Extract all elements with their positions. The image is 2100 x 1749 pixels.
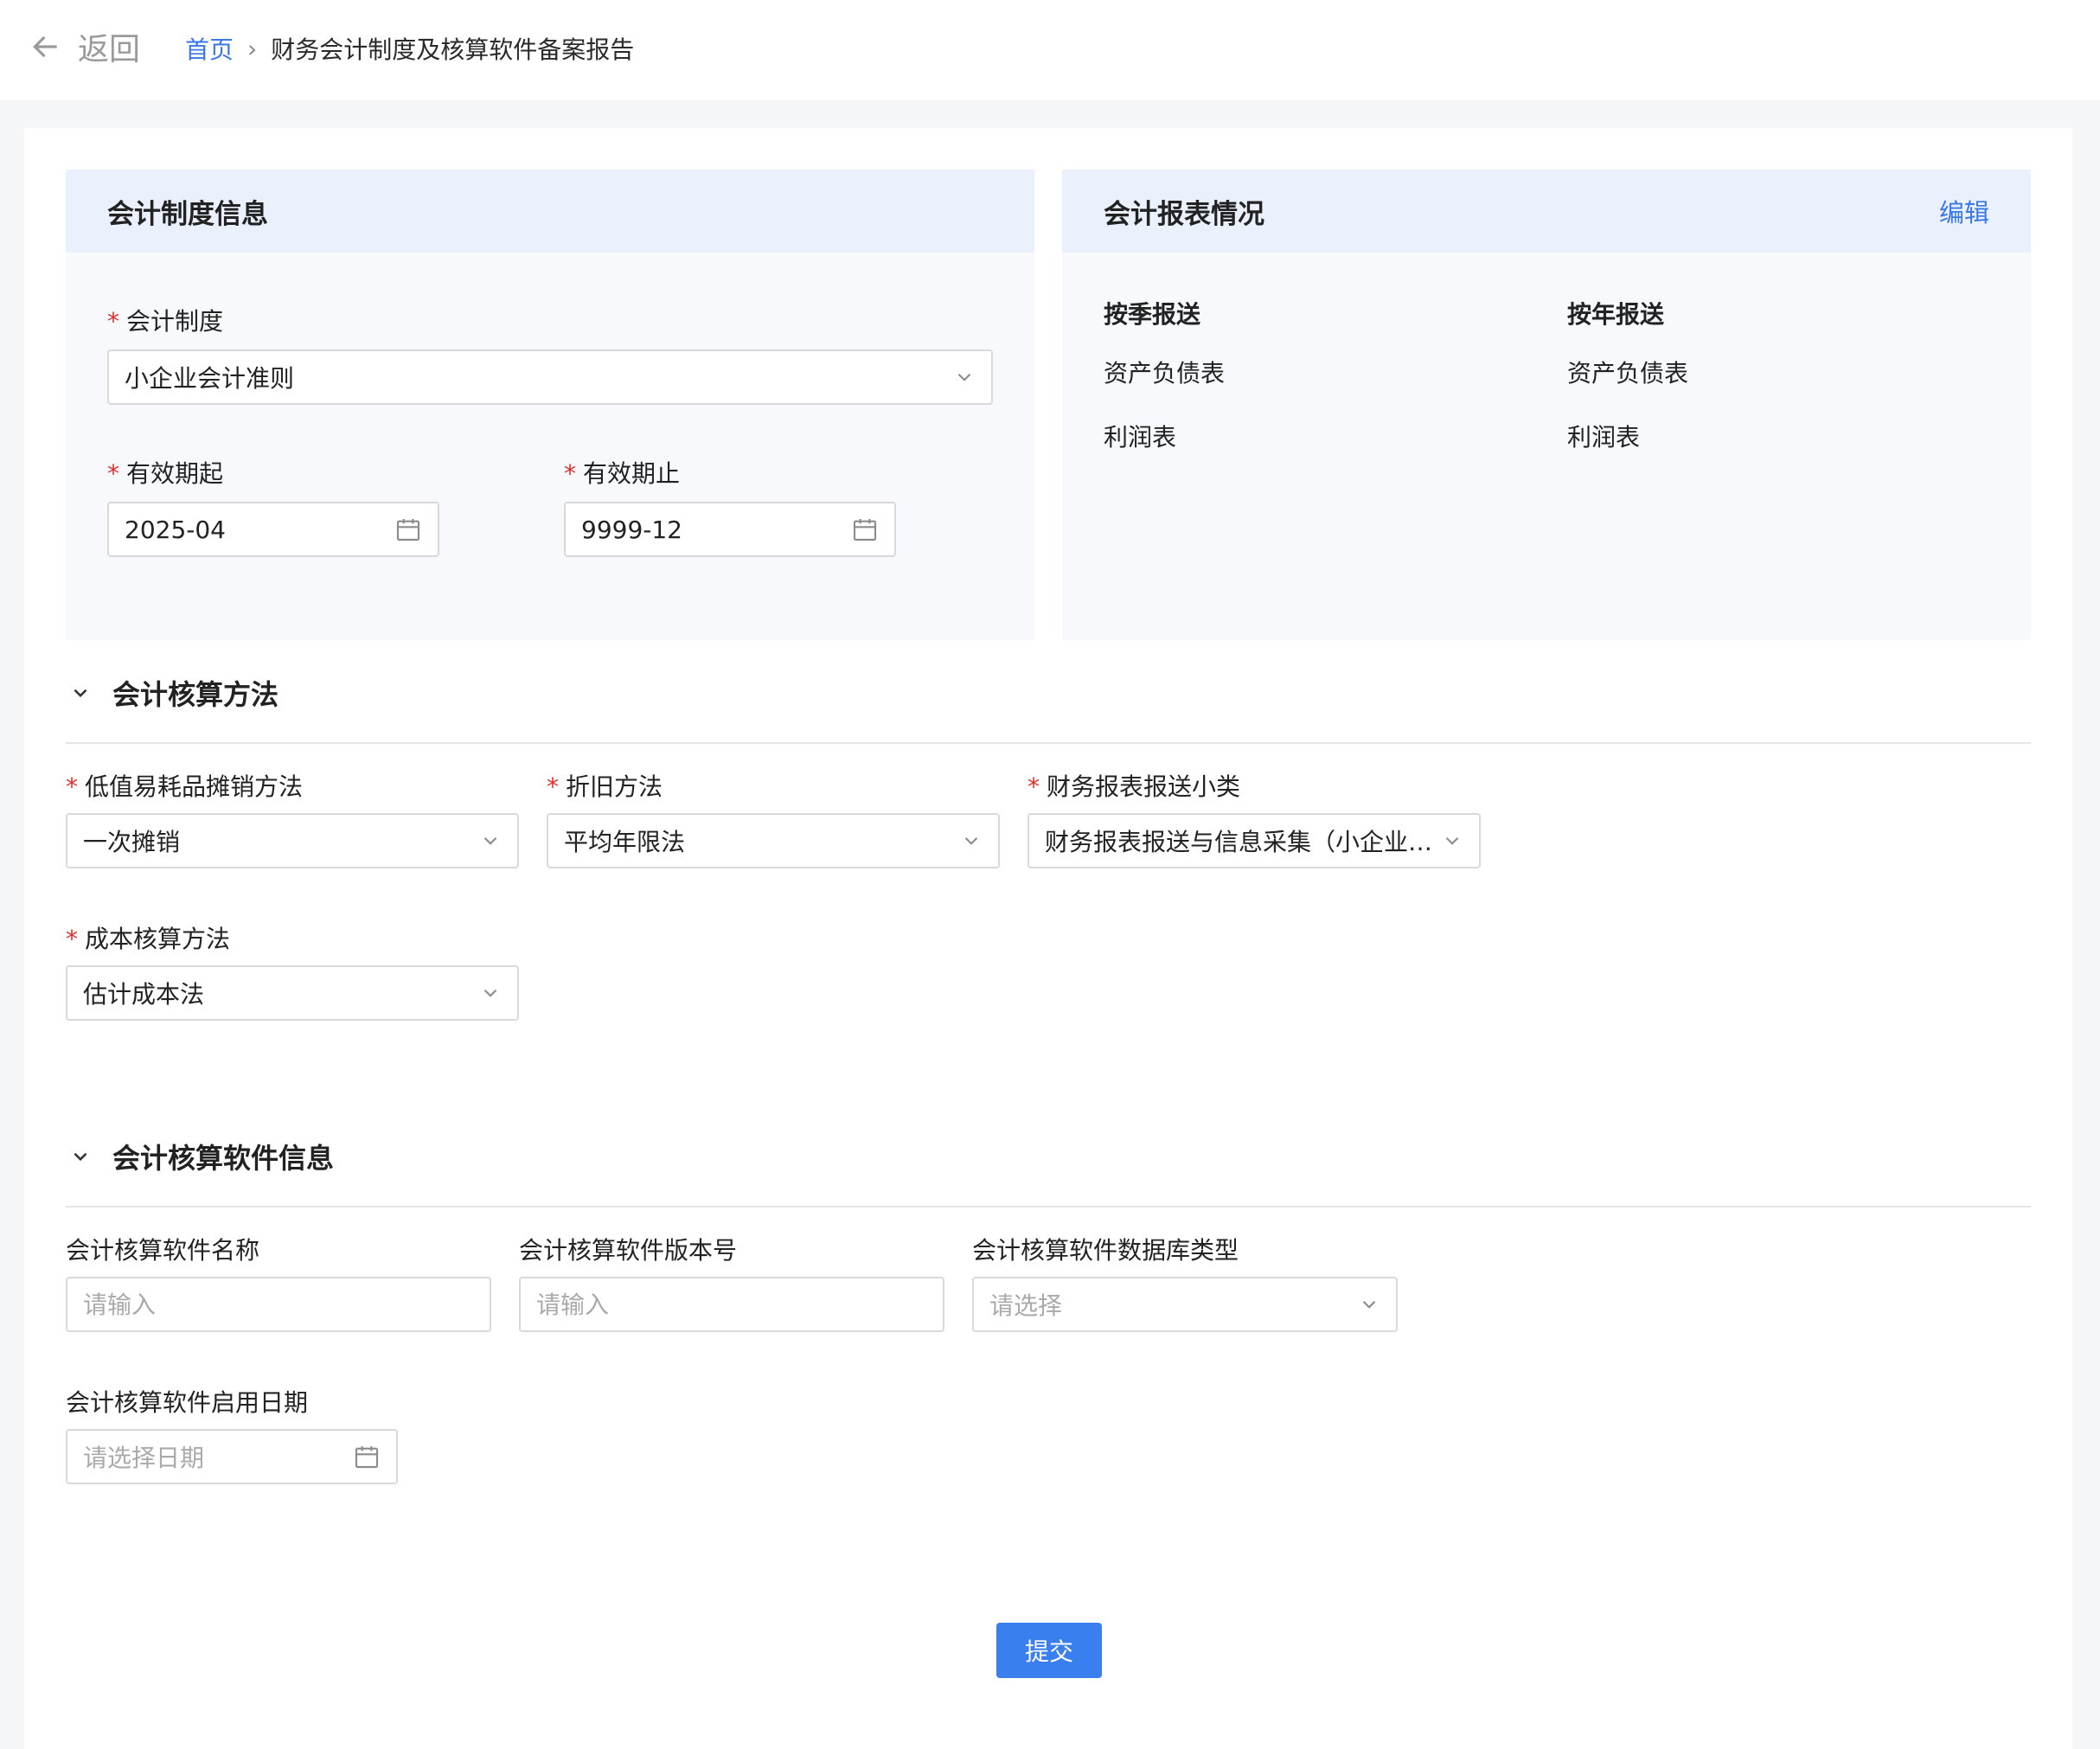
software-db-select[interactable]: 请选择 — [972, 1277, 1398, 1332]
software-db-label: 会计核算软件数据库类型 — [972, 1236, 1239, 1265]
low-value-label: * 低值易耗品摊销方法 — [66, 772, 304, 801]
cost-method-select[interactable]: 估计成本法 — [66, 965, 519, 1021]
software-title: 会计核算软件信息 — [112, 1142, 335, 1175]
depreciation-select[interactable]: 平均年限法 — [547, 813, 1000, 868]
submit-button[interactable]: 提交 — [996, 1623, 1102, 1678]
low-value-select[interactable]: 一次摊销 — [66, 813, 519, 868]
divider — [66, 742, 2031, 744]
report-category-select[interactable]: 财务报表报送与信息采集（小企业会计准则） — [1028, 813, 1481, 868]
reports-title: 会计报表情况 — [1104, 198, 1264, 230]
breadcrumb-home-link[interactable]: 首页 — [185, 31, 234, 66]
depreciation-label: * 折旧方法 — [547, 772, 663, 801]
required-mark: * — [66, 925, 78, 953]
chevron-down-icon — [964, 836, 978, 845]
software-name-label: 会计核算软件名称 — [66, 1236, 260, 1265]
calendar-icon — [396, 519, 420, 541]
chevron-down-icon — [1362, 1300, 1376, 1309]
annual-item: 资产负债表 — [1567, 359, 1689, 388]
quarterly-title: 按季报送 — [1104, 300, 1201, 329]
accounting-system-title: 会计制度信息 — [107, 198, 268, 230]
required-mark: * — [66, 772, 78, 801]
calendar-icon — [355, 1446, 379, 1469]
start-date-picker[interactable]: 2025-04 — [107, 502, 439, 557]
back-button[interactable]: 返回 — [29, 24, 140, 69]
software-section-toggle[interactable]: 会计核算软件信息 — [69, 1137, 334, 1176]
reports-card: 会计报表情况 编辑 按季报送 资产负债表 利润表 按年报送 资产负债表 利润表 — [1062, 170, 2031, 640]
card-header: 会计制度信息 — [66, 170, 1034, 253]
software-name-input-wrap — [66, 1277, 491, 1332]
chevron-down-icon — [957, 373, 971, 381]
arrow-left-icon — [33, 35, 57, 58]
end-date-picker[interactable]: 9999-12 — [564, 502, 896, 557]
required-mark: * — [1028, 772, 1040, 801]
required-mark: * — [107, 307, 119, 336]
top-bar: 返回 首页 › 财务会计制度及核算软件备案报告 — [0, 0, 2100, 100]
annual-item: 利润表 — [1567, 423, 1641, 452]
breadcrumb: 首页 › 财务会计制度及核算软件备案报告 — [185, 31, 634, 66]
end-date-label: * 有效期止 — [564, 459, 681, 488]
quarterly-item: 资产负债表 — [1104, 359, 1226, 388]
required-mark: * — [564, 459, 576, 488]
required-mark: * — [107, 459, 119, 488]
calendar-icon — [853, 519, 877, 541]
accounting-system-label: * 会计制度 — [107, 307, 224, 336]
software-version-input[interactable] — [536, 1290, 927, 1319]
start-date-label: * 有效期起 — [107, 459, 224, 488]
report-category-label: * 财务报表报送小类 — [1028, 772, 1241, 801]
methods-section-toggle[interactable]: 会计核算方法 — [69, 673, 279, 713]
chevron-down-icon — [74, 1152, 87, 1162]
chevron-right-icon: › — [247, 34, 258, 63]
edit-link[interactable]: 编辑 — [1939, 193, 1989, 229]
chevron-down-icon — [74, 689, 87, 698]
accounting-system-card: 会计制度信息 * 会计制度 小企业会计准则 * 有效期起 2025-04 * 有效期止… — [66, 170, 1034, 640]
chevron-down-icon — [1445, 836, 1459, 845]
breadcrumb-current: 财务会计制度及核算软件备案报告 — [271, 35, 635, 64]
software-date-picker[interactable]: 请选择日期 — [66, 1429, 398, 1484]
back-label: 返回 — [78, 32, 141, 67]
divider — [66, 1206, 2031, 1208]
software-version-label: 会计核算软件版本号 — [519, 1236, 738, 1265]
cost-method-label: * 成本核算方法 — [66, 925, 231, 953]
card-header: 会计报表情况 编辑 — [1062, 170, 2031, 253]
software-date-label: 会计核算软件启用日期 — [66, 1388, 309, 1417]
accounting-system-select[interactable]: 小企业会计准则 — [107, 349, 993, 405]
software-version-input-wrap — [519, 1277, 944, 1332]
annual-title: 按年报送 — [1567, 300, 1665, 329]
required-mark: * — [547, 772, 559, 801]
chevron-down-icon — [483, 836, 497, 845]
main-panel: 会计制度信息 * 会计制度 小企业会计准则 * 有效期起 2025-04 * 有效期止… — [24, 128, 2072, 1749]
chevron-down-icon — [483, 989, 497, 997]
methods-title: 会计核算方法 — [112, 678, 279, 711]
quarterly-item: 利润表 — [1104, 423, 1177, 452]
software-name-input[interactable] — [83, 1290, 474, 1319]
